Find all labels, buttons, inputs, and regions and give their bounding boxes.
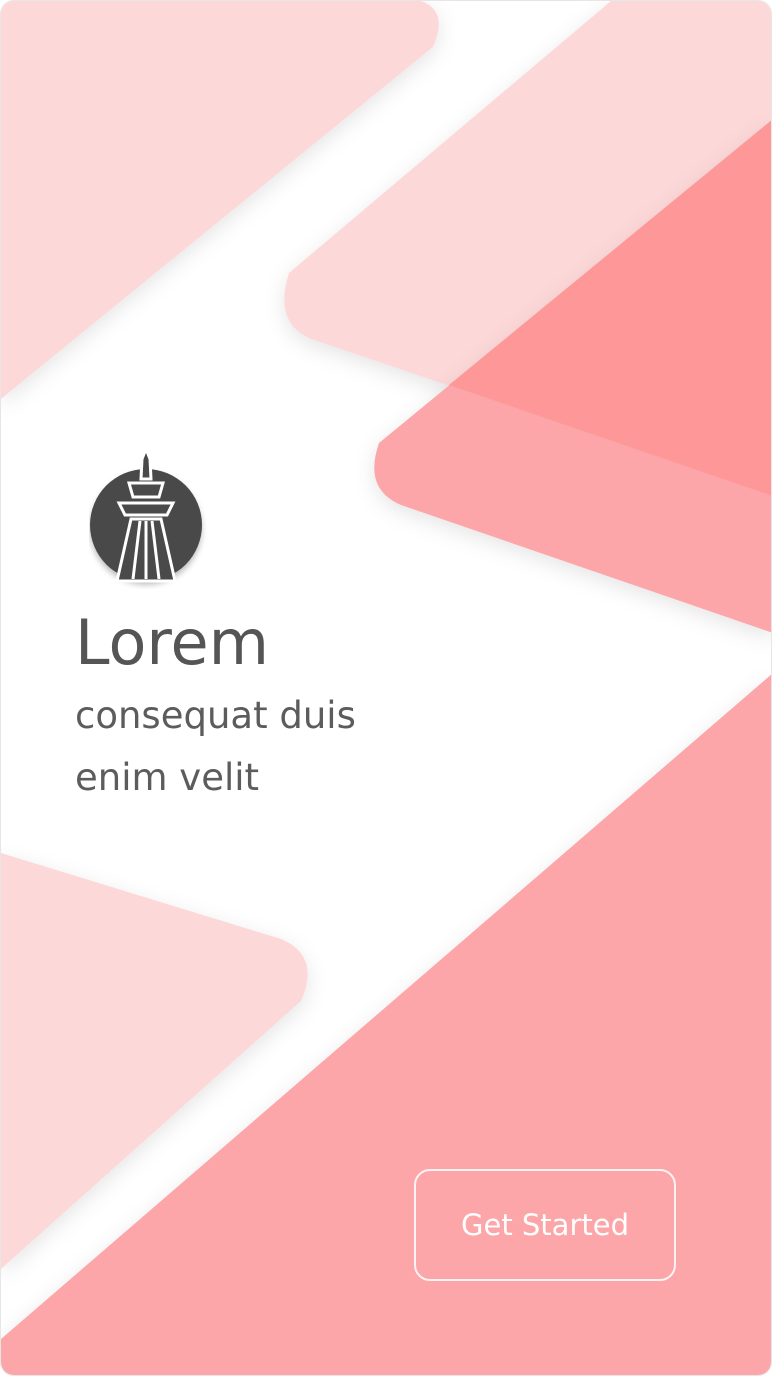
- get-started-button[interactable]: Get Started: [414, 1169, 676, 1281]
- tower-icon: [90, 449, 202, 583]
- welcome-screen: Lorem consequat duis enim velit Get Star…: [0, 0, 772, 1376]
- page-title: Lorem: [75, 606, 270, 679]
- page-subtitle: consequat duis enim velit: [75, 694, 356, 799]
